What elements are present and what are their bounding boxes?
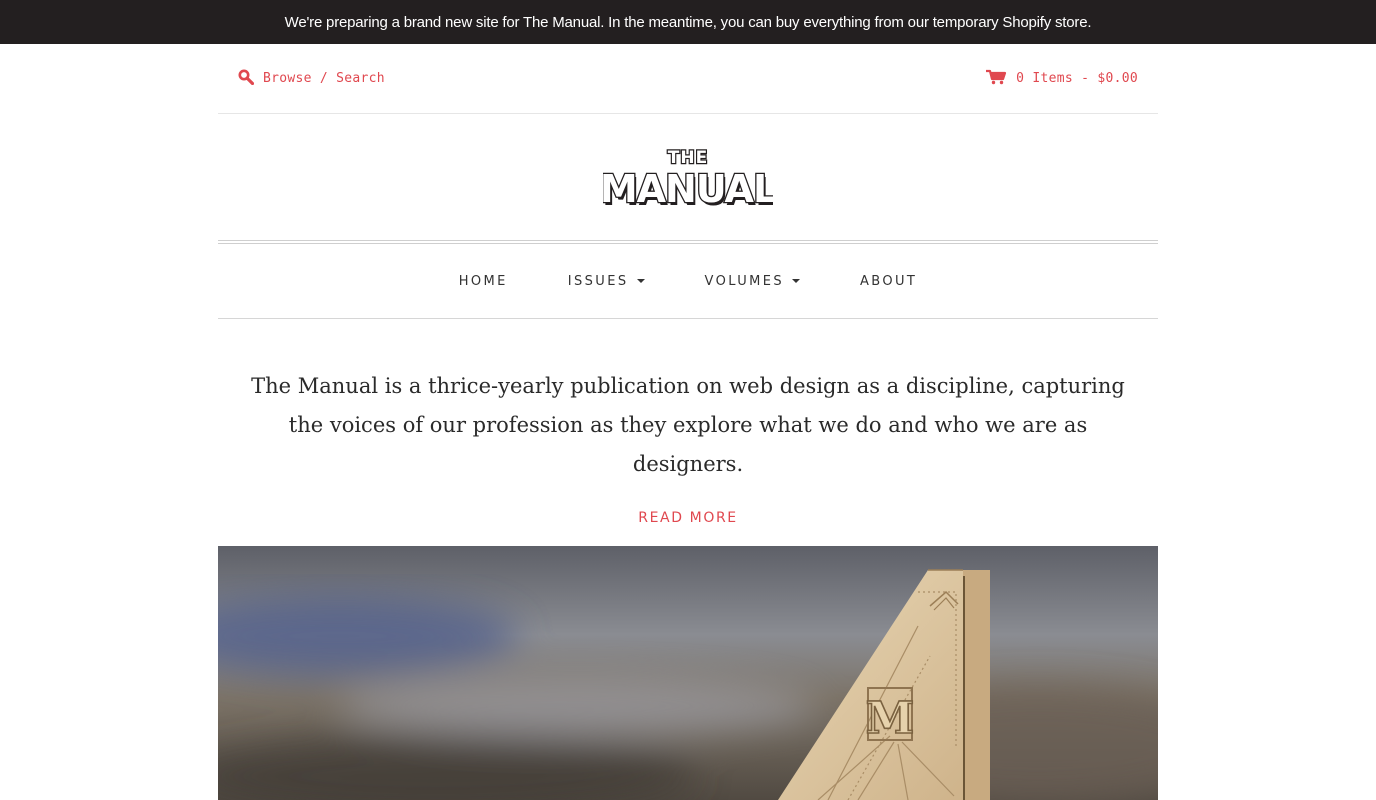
browse-search-label: Browse / Search xyxy=(263,71,385,86)
nav-issues-label: ISSUES xyxy=(567,273,629,289)
the-manual-logo[interactable]: THE MANUAL MANUAL xyxy=(603,145,773,209)
hero-monogram: M xyxy=(866,693,915,744)
nav-issues[interactable]: ISSUES xyxy=(568,274,645,289)
browse-search-link[interactable]: Browse / Search xyxy=(238,69,385,89)
utility-bar: Browse / Search 0 Items - $0.00 xyxy=(218,44,1158,114)
site-logo[interactable]: THE MANUAL MANUAL xyxy=(218,114,1158,240)
cart-icon xyxy=(985,69,1007,89)
cart-label: 0 Items - $0.00 xyxy=(1016,71,1138,86)
logo-line-manual: MANUAL xyxy=(603,167,773,209)
cart-link[interactable]: 0 Items - $0.00 xyxy=(985,69,1138,89)
nav-about[interactable]: ABOUT xyxy=(860,274,917,289)
main-nav: HOME ISSUES VOLUMES ABOUT xyxy=(218,244,1158,319)
nav-home[interactable]: HOME xyxy=(459,274,508,289)
announcement-text[interactable]: We're preparing a brand new site for The… xyxy=(285,14,1092,31)
nav-volumes[interactable]: VOLUMES xyxy=(704,273,800,289)
nav-volumes-label: VOLUMES xyxy=(704,273,784,289)
intro-text: The Manual is a thrice-yearly publicatio… xyxy=(251,374,1125,476)
caret-down-icon xyxy=(792,279,800,283)
hero-image: M xyxy=(218,546,1158,800)
announcement-bar[interactable]: We're preparing a brand new site for The… xyxy=(0,0,1376,44)
logo-line-the: THE xyxy=(668,148,708,168)
search-icon xyxy=(238,69,255,89)
read-more-link[interactable]: READ MORE xyxy=(218,510,1158,526)
hero-photo: M xyxy=(218,546,1158,800)
nav-about-label: ABOUT xyxy=(860,273,918,289)
page-container: Browse / Search 0 Items - $0.00 THE MANU… xyxy=(218,44,1158,526)
caret-down-icon xyxy=(636,279,645,283)
nav-home-label: HOME xyxy=(458,273,508,289)
